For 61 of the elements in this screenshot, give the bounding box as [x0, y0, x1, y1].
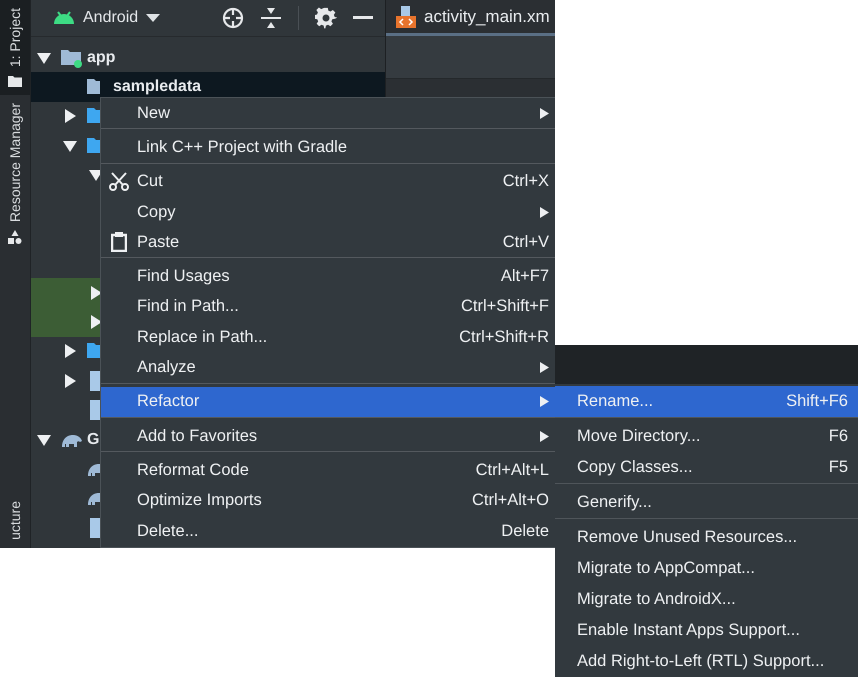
- tree-label: G: [87, 430, 100, 449]
- shortcut-label: Ctrl+X: [502, 172, 549, 192]
- menu-item[interactable]: Find in Path... Ctrl+Shift+F: [101, 292, 555, 322]
- expand-arrow-icon[interactable]: [89, 168, 103, 182]
- collapse-icon[interactable]: [260, 7, 282, 29]
- menu-item[interactable]: Add to Favorites: [101, 420, 555, 452]
- expand-arrow-icon[interactable]: [63, 109, 77, 124]
- menu-item[interactable]: Migrate to AppCompat...: [555, 553, 858, 584]
- menu-item[interactable]: Add Right-to-Left (RTL) Support...: [555, 646, 858, 677]
- shortcut-label: F6: [828, 427, 848, 446]
- view-selector-dropdown[interactable]: Android: [53, 9, 160, 27]
- shortcut-label: Delete: [501, 522, 549, 540]
- shortcut-label: Ctrl+Shift+R: [459, 328, 549, 347]
- shortcut-label: Ctrl+Alt+O: [472, 491, 549, 510]
- expand-arrow-icon[interactable]: [37, 432, 51, 447]
- menu-item[interactable]: Paste Ctrl+V: [101, 227, 555, 258]
- shortcut-label: Ctrl+Alt+L: [476, 460, 549, 480]
- tool-window-tab[interactable]: ucture: [0, 501, 30, 548]
- menu-item[interactable]: Enable Instant Apps Support...: [555, 615, 858, 646]
- menu-item[interactable]: Find Usages Alt+F7: [101, 261, 555, 292]
- menu-item[interactable]: Generify...: [555, 487, 858, 518]
- shortcut-label: F5: [828, 458, 848, 477]
- module-folder-icon: [61, 48, 83, 68]
- menu-item[interactable]: Analyze: [101, 352, 555, 383]
- menu-item[interactable]: Cut Ctrl+X: [101, 166, 555, 197]
- shortcut-label: Ctrl+Shift+F: [460, 297, 549, 316]
- scissors-icon: [109, 172, 129, 192]
- shortcut-label: Ctrl+V: [502, 232, 549, 252]
- android-icon: [53, 11, 75, 25]
- settings-icon[interactable]: [315, 7, 337, 29]
- expand-arrow-icon[interactable]: [63, 374, 77, 388]
- caret-icon: [146, 14, 160, 22]
- clipboard-icon: [111, 232, 127, 252]
- menu-item[interactable]: Optimize Imports Ctrl+Alt+O: [101, 486, 555, 516]
- menu-item[interactable]: Copy Classes... F5: [555, 452, 858, 483]
- menu-item[interactable]: Remove Unused Resources...: [555, 522, 858, 553]
- menu-item[interactable]: Replace in Path... Ctrl+Shift+R: [101, 322, 555, 352]
- folder-icon: [8, 75, 22, 88]
- expand-arrow-icon[interactable]: [89, 315, 103, 330]
- menu-item[interactable]: Reformat Code Ctrl+Alt+L: [101, 455, 555, 486]
- menu-item[interactable]: Copy: [101, 196, 555, 228]
- expand-arrow-icon[interactable]: [63, 138, 77, 153]
- tree-label: sampledata: [113, 78, 202, 96]
- menu-item[interactable]: Migrate to AndroidX...: [555, 584, 858, 615]
- menu-item[interactable]: Link C++ Project with Gradle: [101, 132, 555, 163]
- tree-label: app: [87, 48, 116, 67]
- shortcut-label: Alt+F7: [500, 267, 549, 286]
- menu-item[interactable]: Delete... Delete: [101, 516, 555, 546]
- menu-item[interactable]: Refactor: [101, 386, 555, 417]
- expand-arrow-icon[interactable]: [89, 286, 103, 300]
- minimize-icon[interactable]: [353, 16, 373, 20]
- menu-item[interactable]: Rename... Shift+F6: [555, 386, 858, 417]
- tool-window-tab[interactable]: 1: Project: [0, 0, 30, 96]
- locate-icon[interactable]: [222, 7, 244, 29]
- tool-window-tab[interactable]: Resource Manager: [0, 95, 30, 252]
- expand-arrow-icon[interactable]: [63, 344, 77, 358]
- shapes-icon: [8, 230, 22, 244]
- expand-arrow-icon[interactable]: [37, 50, 51, 65]
- xml-file-icon: [396, 6, 416, 28]
- menu-item[interactable]: Move Directory... F6: [555, 421, 858, 452]
- shortcut-label: Shift+F6: [786, 392, 848, 411]
